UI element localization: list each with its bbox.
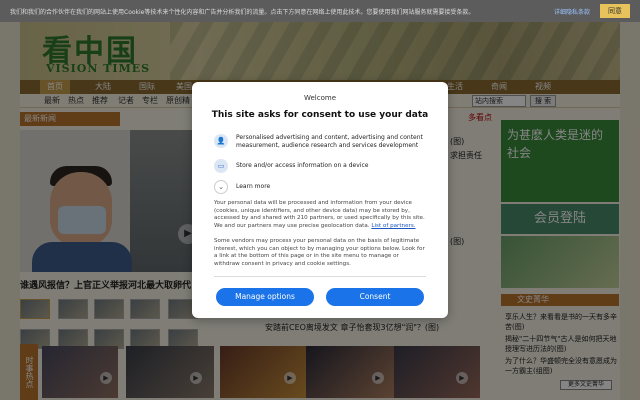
chevron-down-icon[interactable]: ⌄ bbox=[214, 180, 228, 194]
consent-paragraph-2: Some vendors may process your personal d… bbox=[214, 238, 425, 267]
dialog-divider bbox=[214, 276, 426, 277]
dialog-title: This site asks for consent to use your d… bbox=[211, 110, 429, 120]
device-icon: ▭ bbox=[214, 159, 228, 173]
learn-more-toggle[interactable]: ⌄ Learn more bbox=[214, 180, 428, 194]
purpose-advertising-text: Personalised advertising and content, ad… bbox=[236, 134, 423, 149]
consent-dialog: Welcome This site asks for consent to us… bbox=[192, 82, 448, 318]
person-icon: 👤 bbox=[214, 134, 228, 148]
consent-paragraph-1: Your personal data will be processed and… bbox=[214, 200, 426, 230]
purpose-storage: ▭ Store and/or access information on a d… bbox=[214, 159, 428, 173]
cookie-agree-button[interactable]: 同意 bbox=[600, 4, 630, 18]
dialog-welcome: Welcome bbox=[303, 94, 337, 102]
list-of-partners-link[interactable]: List of partners. bbox=[371, 223, 415, 229]
privacy-terms-link[interactable]: 详细隐私条款 bbox=[554, 7, 590, 16]
purpose-storage-text: Store and/or access information on a dev… bbox=[236, 162, 369, 169]
learn-more-text[interactable]: Learn more bbox=[236, 180, 270, 194]
consent-button[interactable]: Consent bbox=[326, 288, 424, 306]
cookie-notice-text: 我们和我们的合作伙伴在我们的网站上使用Cookie等技术来个性化内容和广告并分析… bbox=[10, 8, 475, 16]
cookie-notice-bar: 我们和我们的合作伙伴在我们的网站上使用Cookie等技术来个性化内容和广告并分析… bbox=[0, 0, 640, 22]
purpose-advertising: 👤 Personalised advertising and content, … bbox=[214, 134, 428, 150]
manage-options-button[interactable]: Manage options bbox=[216, 288, 314, 306]
